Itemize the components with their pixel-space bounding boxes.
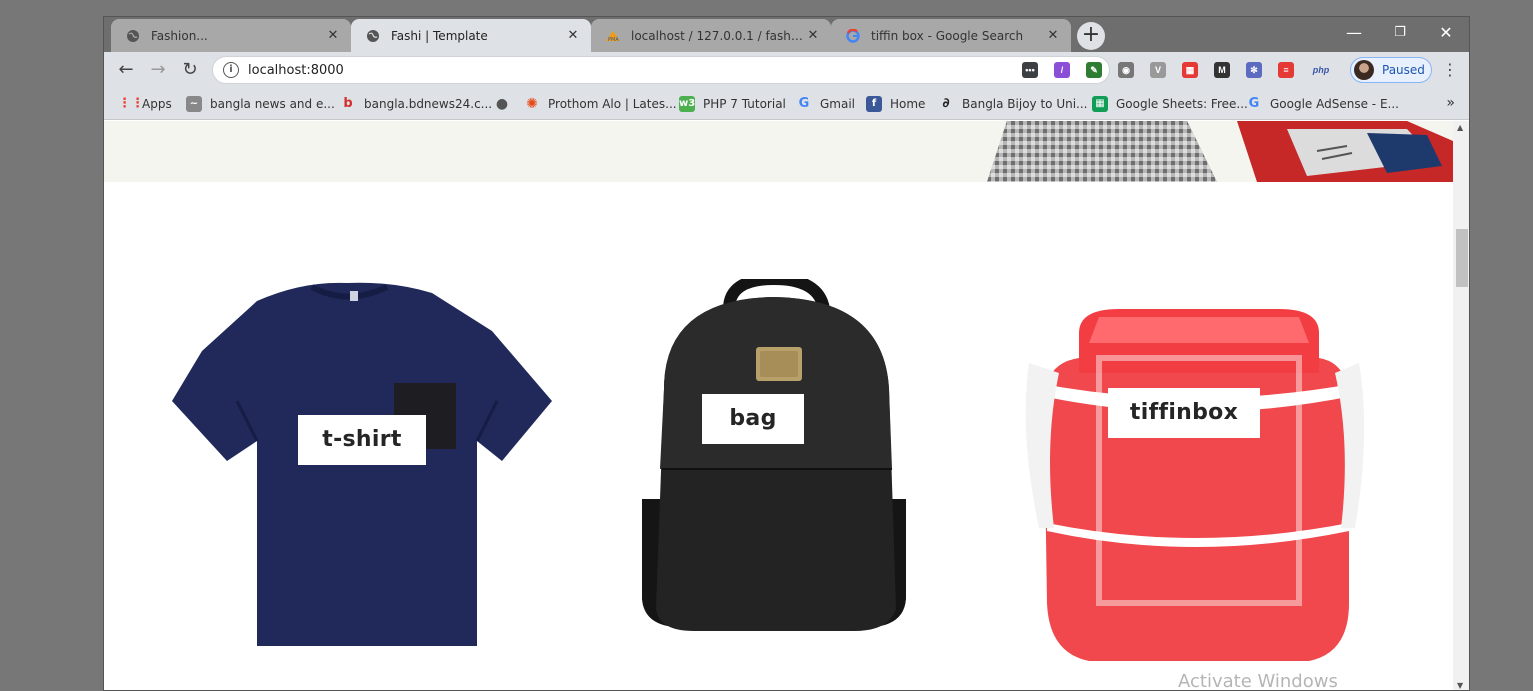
scroll-down-icon[interactable]: ▼ [1457, 681, 1463, 690]
bookmark-item[interactable]: G Gmail [796, 95, 855, 113]
bookmarks-more-icon[interactable]: » [1446, 95, 1455, 111]
bookmark-item[interactable]: ∂ Bangla Bijoy to Uni... [938, 95, 1088, 113]
profile-button[interactable]: Paused [1350, 57, 1432, 83]
tab-fashi-template[interactable]: Fashi | Template ✕ [351, 19, 591, 52]
tab-close-icon[interactable]: ✕ [805, 28, 821, 44]
tab-fashion[interactable]: Fashion... ✕ [111, 19, 351, 52]
facebook-icon: f [866, 96, 882, 112]
globe-icon: ● [495, 96, 509, 112]
tab-title: localhost / 127.0.0.1 / fashion / p [631, 28, 805, 43]
close-window-icon[interactable]: ✕ [1423, 17, 1469, 49]
globe-icon [125, 28, 141, 44]
bijoy-icon: ∂ [942, 96, 950, 111]
desktop: Fashion... ✕ Fashi | Template ✕ PMA loca… [0, 0, 1533, 691]
address-bar[interactable]: i localhost:8000 ☆ [212, 56, 1110, 84]
reload-icon[interactable]: ↻ [176, 56, 204, 84]
product-label-bag[interactable]: bag [702, 394, 804, 444]
page-scrollbar[interactable]: ▲ ▼ [1453, 121, 1469, 690]
php-extension-icon[interactable]: php [1310, 62, 1332, 78]
product-bag[interactable]: bag [634, 272, 914, 634]
vue-extension-icon[interactable]: V [1150, 62, 1166, 78]
m-extension-icon[interactable]: M [1214, 62, 1230, 78]
profile-status: Paused [1382, 63, 1425, 77]
apps-grid-icon: ⋮⋮ [118, 96, 144, 111]
bookmark-label: Prothom Alo | Lates... [548, 97, 677, 111]
bookmarks-bar: ⋮⋮ Apps ~ bangla news and e... b bangla.bdnew… [104, 88, 1469, 120]
bookmark-item[interactable]: b bangla.bdnews24.c... [340, 95, 492, 113]
product-tshirt[interactable]: t-shirt [172, 261, 554, 646]
bookmark-item[interactable]: w3 PHP 7 Tutorial [679, 95, 786, 113]
activate-windows-watermark: Activate Windows [1178, 671, 1338, 691]
feather-extension-icon[interactable]: / [1054, 62, 1070, 78]
tiffinbox-image [1025, 309, 1365, 661]
browser-menu-icon[interactable]: ⋮ [1440, 60, 1460, 80]
google-g-icon: G [798, 96, 810, 111]
bookmark-item[interactable]: f Home [866, 95, 925, 113]
product-label-tshirt[interactable]: t-shirt [298, 415, 426, 465]
phpmyadmin-icon: PMA [605, 28, 621, 44]
bookmark-item[interactable]: ● [494, 95, 518, 113]
tab-title: Fashion... [151, 28, 208, 43]
tab-close-icon[interactable]: ✕ [325, 28, 341, 44]
bookmark-label: Google AdSense - E... [1270, 97, 1399, 111]
bag-image [642, 272, 906, 631]
site-info-icon[interactable]: i [223, 62, 239, 78]
restore-icon[interactable]: ❐ [1377, 17, 1423, 49]
forward-icon[interactable]: → [144, 56, 172, 84]
bookmark-label: Apps [142, 97, 172, 111]
svg-text:PMA: PMA [608, 37, 619, 43]
google-g-icon [845, 28, 861, 44]
w3schools-icon: w3 [679, 96, 695, 112]
eyedropper-extension-icon[interactable]: ✎ [1086, 62, 1102, 78]
tab-google-search[interactable]: tiffin box - Google Search ✕ [831, 19, 1071, 52]
bookmark-label: Home [890, 97, 926, 111]
bangla-news-icon: ~ [186, 96, 202, 112]
camera-extension-icon[interactable]: ◉ [1118, 62, 1134, 78]
product-tiffinbox[interactable]: tiffinbox [1019, 303, 1369, 668]
browser-window: Fashion... ✕ Fashi | Template ✕ PMA loca… [103, 16, 1470, 691]
bookmark-label: Google Sheets: Free... [1116, 97, 1248, 111]
tab-title: Fashi | Template [391, 28, 488, 43]
bookmark-item[interactable]: ✺ Prothom Alo | Lates... [524, 95, 677, 113]
bookmark-label: Gmail [820, 97, 856, 111]
browser-toolbar: ← → ↻ i localhost:8000 ☆ •••/✎◉V▦M✻≡php … [104, 52, 1469, 88]
google-sheets-icon: ▦ [1092, 96, 1108, 112]
color-palette-extension-icon[interactable]: ▦ [1182, 62, 1198, 78]
avatar [1354, 60, 1374, 80]
tab-close-icon[interactable]: ✕ [1045, 28, 1061, 44]
extension-icon[interactable]: ••• [1022, 62, 1038, 78]
bookmark-label: bangla.bdnews24.c... [364, 97, 493, 111]
page-viewport: t-shirt bag tiffinbox Activate Windows [104, 121, 1453, 691]
bookmark-item[interactable]: ▦ Google Sheets: Free... [1092, 95, 1248, 113]
tab-close-icon[interactable]: ✕ [565, 28, 581, 44]
address-url[interactable]: localhost:8000 [248, 63, 344, 78]
tab-phpmyadmin[interactable]: PMA localhost / 127.0.0.1 / fashion / p … [591, 19, 831, 52]
red-extension-icon[interactable]: ≡ [1278, 62, 1294, 78]
gear-extension-icon[interactable]: ✻ [1246, 62, 1262, 78]
minimize-icon[interactable]: — [1331, 17, 1377, 49]
bdnews-b-icon: b [343, 96, 353, 111]
tab-title: tiffin box - Google Search [871, 28, 1024, 43]
bookmark-label: PHP 7 Tutorial [703, 97, 786, 111]
scroll-up-icon[interactable]: ▲ [1457, 123, 1463, 132]
bookmark-item[interactable]: ⋮⋮ Apps [118, 95, 172, 113]
product-label-tiffinbox[interactable]: tiffinbox [1108, 388, 1260, 438]
hero-image [987, 121, 1453, 182]
google-g-icon: G [1248, 96, 1260, 111]
bookmark-item[interactable]: G Google AdSense - E... [1246, 95, 1399, 113]
bookmark-label: bangla news and e... [210, 97, 335, 111]
bookmark-label: Bangla Bijoy to Uni... [962, 97, 1088, 111]
back-icon[interactable]: ← [112, 56, 140, 84]
scrollbar-thumb[interactable] [1456, 229, 1468, 287]
globe-icon [365, 28, 381, 44]
new-tab-button[interactable]: + [1077, 22, 1105, 50]
bookmark-item[interactable]: ~ bangla news and e... [186, 95, 335, 113]
prothom-alo-icon: ✺ [526, 96, 538, 112]
